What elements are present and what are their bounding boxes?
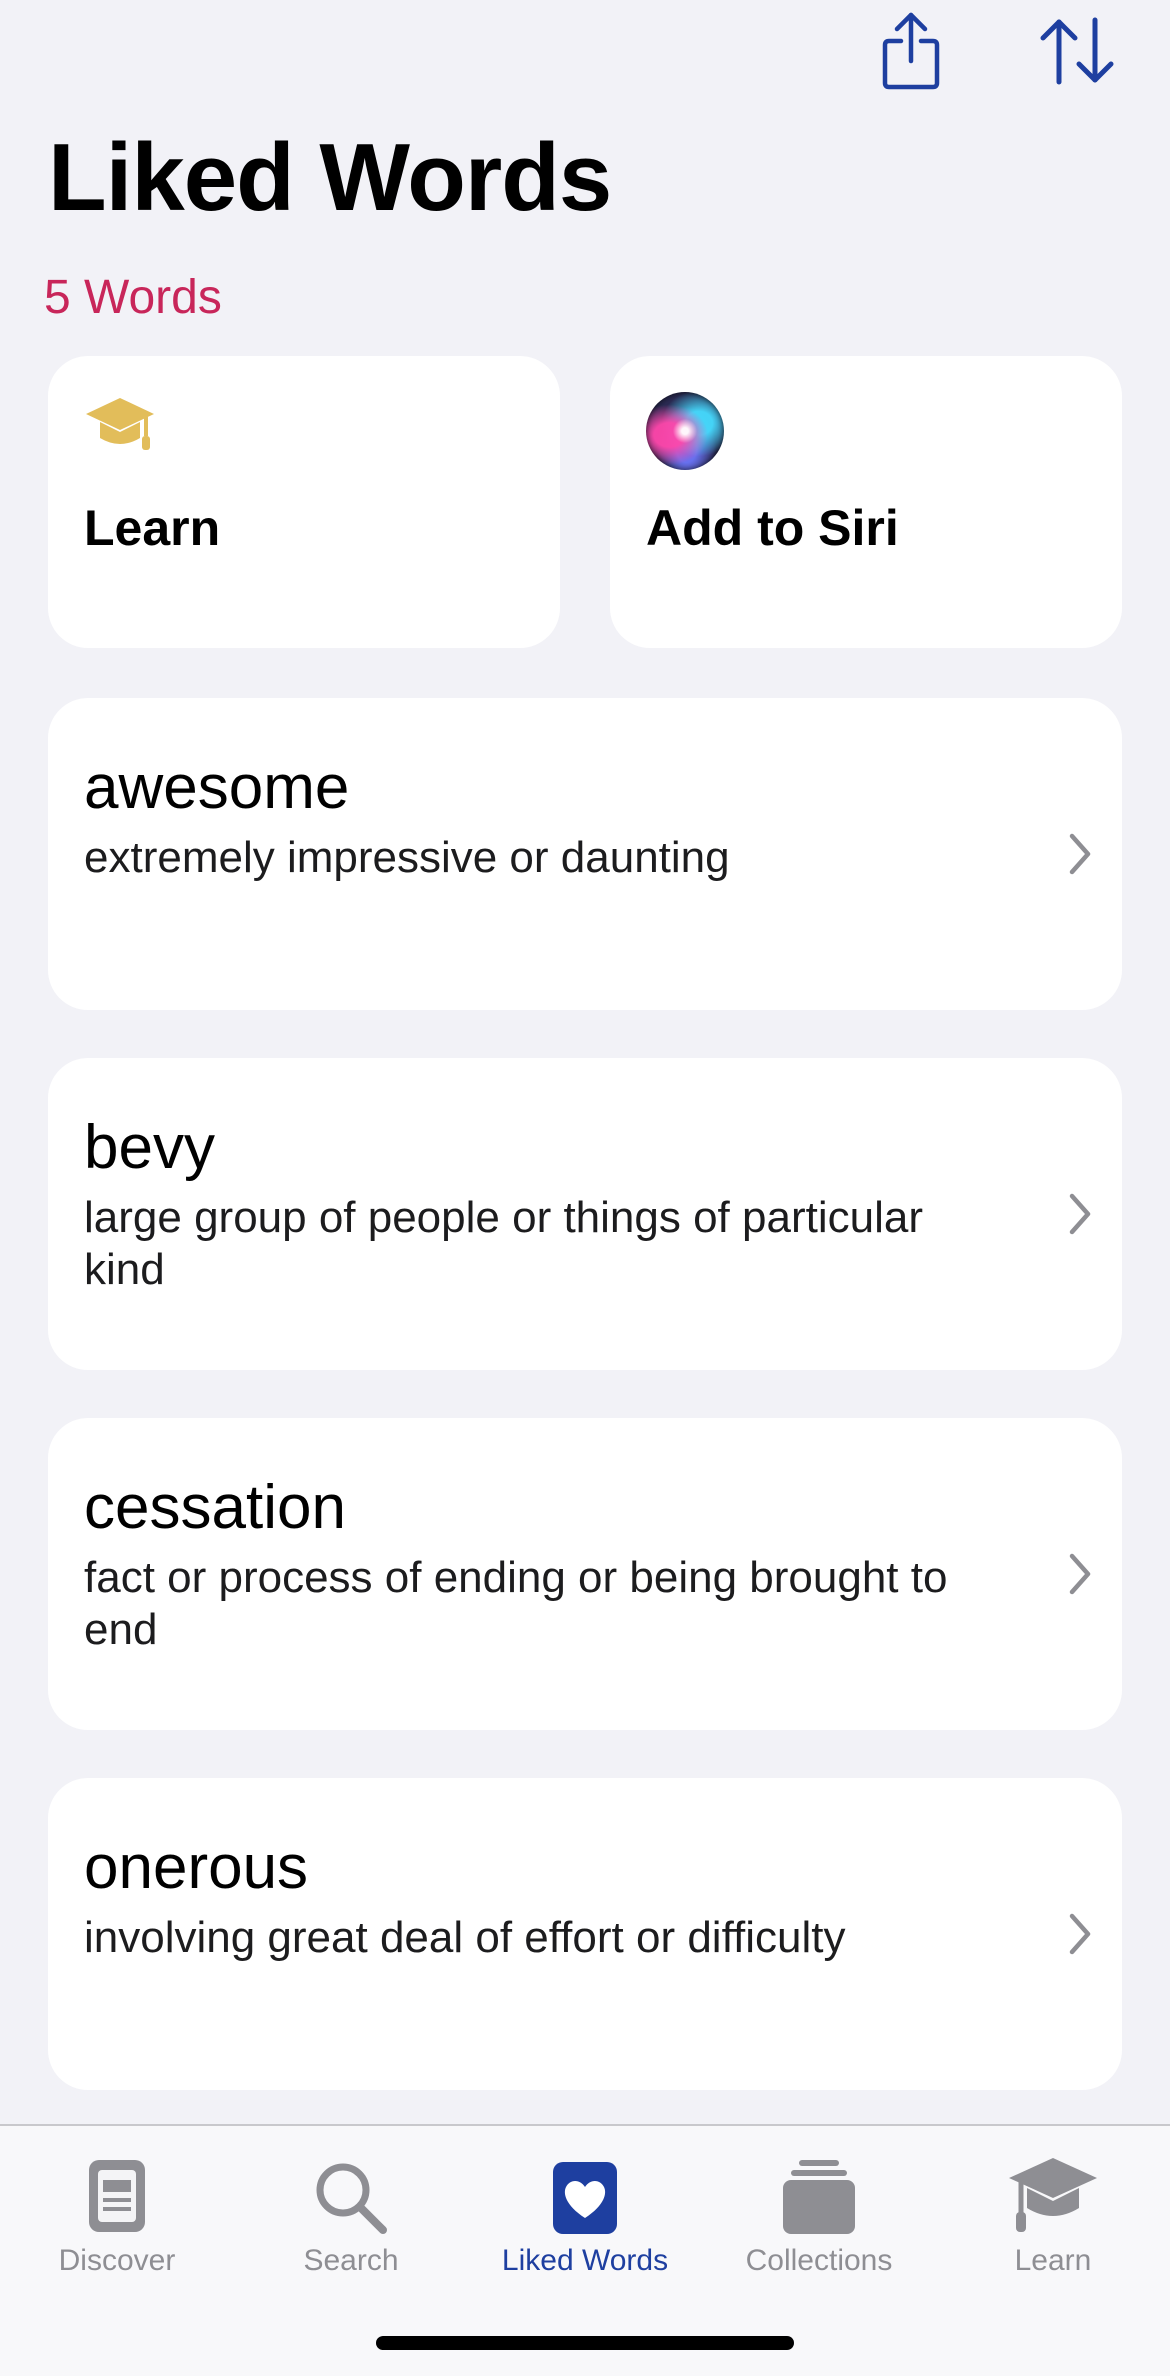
collections-icon <box>783 2160 855 2234</box>
share-button[interactable] <box>866 6 956 96</box>
word-title: cessation <box>84 1473 346 1542</box>
chevron-right-icon <box>1069 1193 1091 1235</box>
tab-label: Liked Words <box>501 2244 669 2277</box>
graduation-cap-icon <box>84 394 156 463</box>
word-card-bevy[interactable]: bevy large group of people or things of … <box>48 1058 1122 1370</box>
discover-icon <box>89 2160 145 2232</box>
learn-card[interactable]: Learn <box>48 356 560 648</box>
word-title: awesome <box>84 753 350 822</box>
siri-icon <box>646 392 724 470</box>
word-definition: large group of people or things of parti… <box>84 1193 923 1294</box>
top-bar <box>0 0 1170 120</box>
home-indicator <box>376 2336 794 2350</box>
word-definition: extremely impressive or daunting <box>84 833 730 882</box>
heart-icon <box>553 2162 617 2234</box>
tab-search[interactable]: Search <box>234 2144 468 2294</box>
search-icon <box>316 2163 387 2234</box>
page-title: Liked Words <box>48 124 612 231</box>
chevron-right-icon <box>1069 1913 1091 1955</box>
tab-label: Search <box>303 2244 399 2277</box>
sort-button[interactable] <box>1032 6 1122 96</box>
tab-liked-words[interactable]: Liked Words <box>468 2144 702 2294</box>
word-card-cessation[interactable]: cessation fact or process of ending or b… <box>48 1418 1122 1730</box>
tab-collections[interactable]: Collections <box>702 2144 936 2294</box>
word-card-awesome[interactable]: awesome extremely impressive or daunting <box>48 698 1122 1010</box>
chevron-right-icon <box>1069 833 1091 875</box>
tab-label: Collections <box>745 2244 893 2277</box>
learn-card-label: Learn <box>84 500 221 556</box>
word-title: bevy <box>84 1113 215 1182</box>
tab-discover[interactable]: Discover <box>0 2144 234 2294</box>
chevron-right-icon <box>1069 1553 1091 1595</box>
tab-label: Learn <box>1014 2244 1092 2277</box>
add-to-siri-label: Add to Siri <box>646 500 899 556</box>
tab-learn[interactable]: Learn <box>936 2144 1170 2294</box>
sort-icon <box>1040 17 1114 85</box>
graduation-cap-icon <box>1009 2158 1097 2232</box>
tab-label: Discover <box>58 2244 176 2277</box>
word-definition: involving great deal of effort or diffic… <box>84 1913 846 1962</box>
add-to-siri-card[interactable]: Add to Siri <box>610 356 1122 648</box>
word-definition: fact or process of ending or being broug… <box>84 1553 948 1654</box>
word-count: 5 Words <box>44 271 222 324</box>
share-icon <box>882 12 940 90</box>
word-title: onerous <box>84 1833 309 1902</box>
word-card-onerous[interactable]: onerous involving great deal of effort o… <box>48 1778 1122 2090</box>
